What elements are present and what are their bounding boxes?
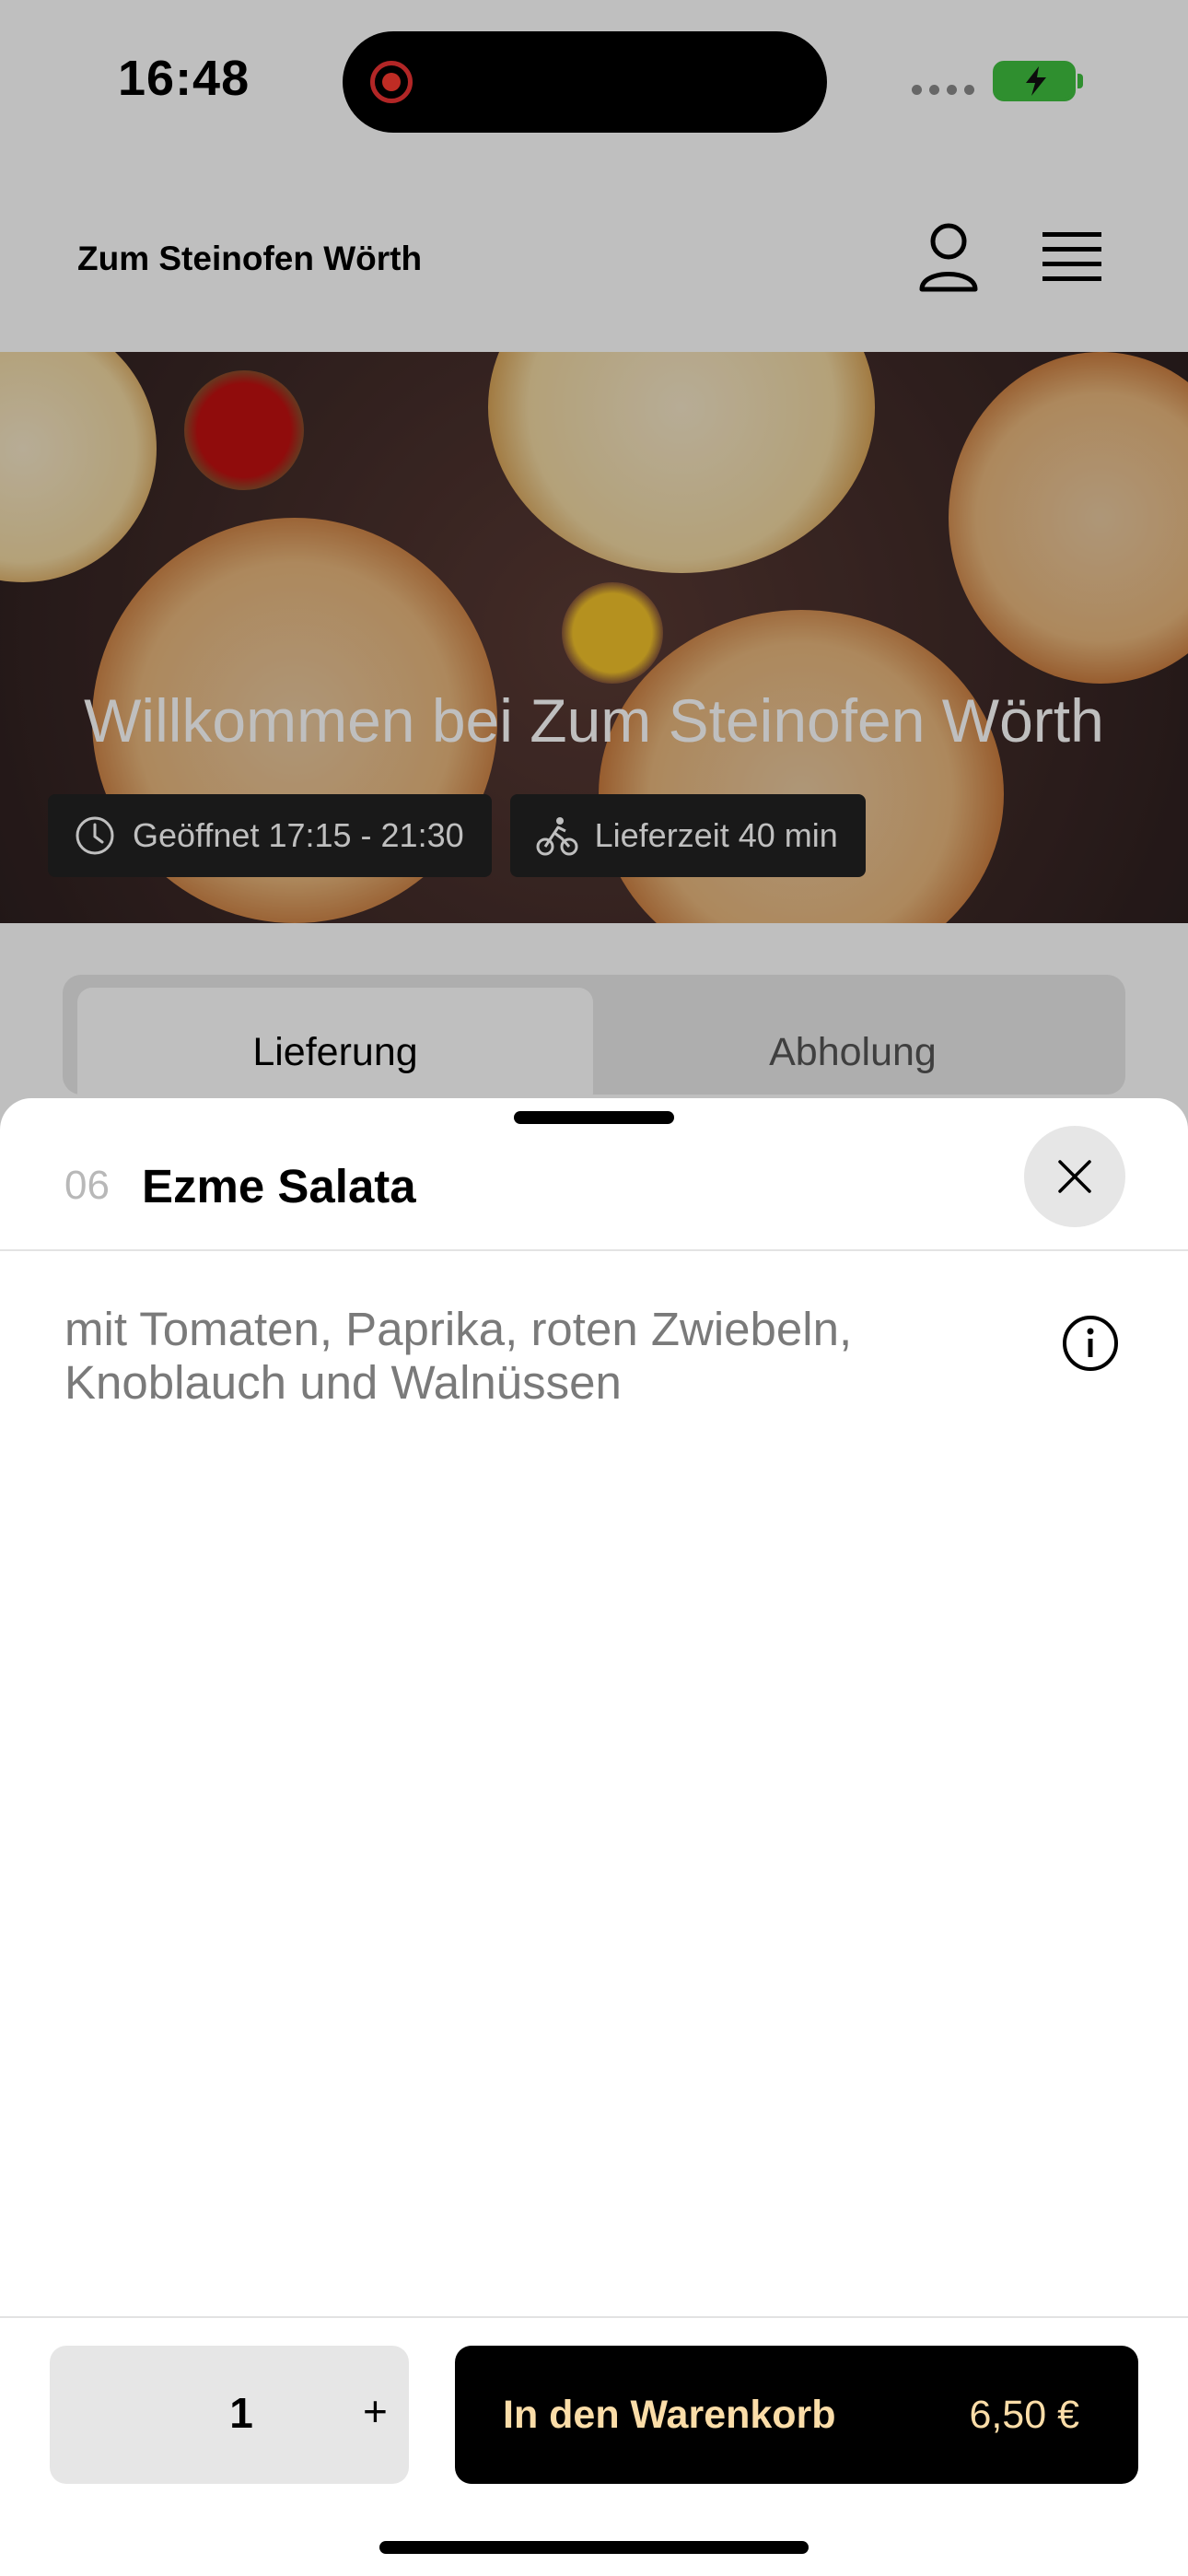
add-to-cart-button[interactable]: In den Warenkorb 6,50 € [455, 2346, 1138, 2484]
item-number: 06 [64, 1163, 110, 1208]
close-icon [1058, 1160, 1091, 1193]
item-description: mit Tomaten, Paprika, roten Zwiebeln, Kn… [64, 1303, 853, 1409]
quantity-value: 1 [229, 2389, 253, 2437]
sheet-grabber[interactable] [514, 1111, 674, 1124]
close-button[interactable] [1024, 1126, 1125, 1227]
add-to-cart-label: In den Warenkorb [503, 2393, 836, 2437]
product-bottom-sheet: 06 Ezme Salata mit Tomaten, Paprika, rot… [0, 1098, 1188, 2576]
sheet-footer: 1 + In den Warenkorb 6,50 € [0, 2316, 1188, 2576]
home-indicator[interactable] [379, 2541, 809, 2554]
item-price: 6,50 € [969, 2393, 1079, 2437]
info-icon[interactable] [1061, 1314, 1120, 1373]
sheet-header: 06 Ezme Salata [0, 1126, 1188, 1251]
quantity-stepper: 1 + [50, 2346, 409, 2484]
item-name: Ezme Salata [142, 1160, 416, 1212]
increment-button[interactable]: + [363, 2386, 418, 2436]
